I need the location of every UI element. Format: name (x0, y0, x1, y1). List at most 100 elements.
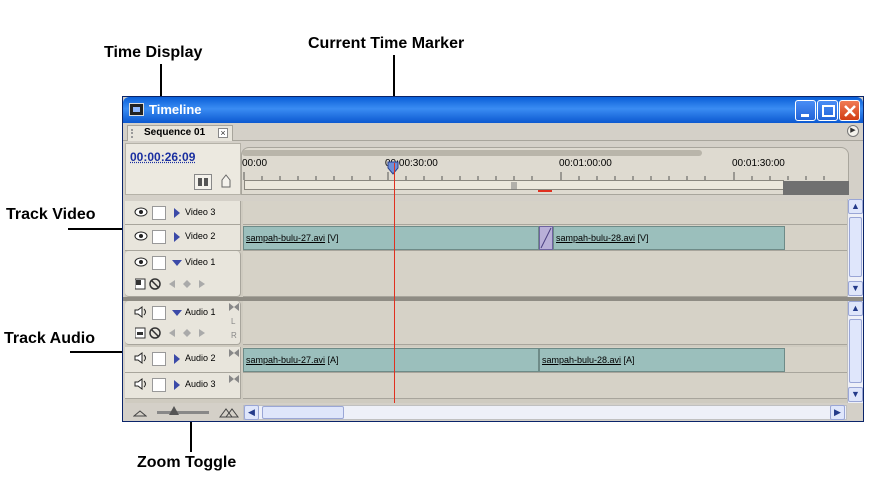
scroll-left-icon[interactable]: ◀ (244, 405, 259, 420)
tab-close-icon[interactable]: × (218, 128, 228, 138)
current-time-indicator-icon[interactable] (387, 161, 399, 175)
scroll-thumb[interactable] (849, 319, 862, 383)
speaker-icon[interactable] (134, 378, 148, 390)
keyframe-controls[interactable] (135, 278, 225, 292)
transition-clip[interactable] (539, 226, 553, 250)
speaker-icon[interactable] (134, 306, 148, 318)
audio-scrollbar[interactable]: ▲ ▼ (847, 301, 863, 403)
track-name: Audio 2 (185, 353, 216, 363)
work-area-grip-icon (511, 182, 517, 190)
video-scrollbar[interactable]: ▲ ▼ (847, 199, 863, 297)
panel-menu-icon[interactable]: ▶ (847, 125, 859, 137)
set-marker-icon[interactable] (220, 174, 232, 188)
track-header-audio-2[interactable]: Audio 2 (125, 347, 241, 373)
clip-label: sampah-bulu-27.avi [V] (246, 233, 339, 243)
expand-triangle-icon[interactable] (174, 380, 180, 390)
eye-icon[interactable] (134, 256, 148, 268)
track-audio-2[interactable]: sampah-bulu-27.avi [A] sampah-bulu-28.av… (243, 347, 849, 373)
tab-label: Sequence 01 (144, 127, 206, 138)
lock-toggle[interactable] (152, 352, 166, 366)
maximize-button[interactable] (817, 100, 838, 121)
scroll-thumb[interactable] (262, 406, 344, 419)
tab-bar: Sequence 01 × ▶ (123, 123, 863, 141)
expand-triangle-icon[interactable] (174, 232, 180, 242)
ruler-label: 00:01:30:00 (732, 158, 785, 169)
scroll-down-icon[interactable]: ▼ (848, 281, 863, 296)
track-name: Video 2 (185, 231, 216, 241)
close-button[interactable] (839, 100, 860, 121)
zoom-out-icon[interactable] (133, 409, 147, 417)
eye-icon[interactable] (134, 230, 148, 242)
grip-icon (131, 129, 136, 138)
render-bar (538, 190, 552, 192)
track-name: Audio 3 (185, 379, 216, 389)
callout-current-time-marker: Current Time Marker (308, 35, 465, 52)
lock-toggle[interactable] (152, 230, 166, 244)
work-area-bar[interactable] (244, 180, 784, 190)
zoom-slider-thumb[interactable] (169, 406, 179, 415)
ruler-label: 00:00 (242, 158, 268, 169)
scroll-up-icon[interactable]: ▲ (848, 301, 863, 316)
track-name: Audio 1 (185, 307, 216, 317)
collapse-triangle-icon[interactable] (172, 260, 182, 266)
lock-toggle[interactable] (152, 378, 166, 392)
horizontal-scrollbar[interactable]: ◀ ▶ (243, 405, 847, 420)
zoom-in-icon[interactable] (219, 406, 239, 418)
time-display[interactable]: 00:00:26:09 (130, 150, 195, 164)
lock-toggle[interactable] (152, 256, 166, 270)
scroll-right-icon[interactable]: ▶ (830, 405, 845, 420)
film-icon (129, 103, 144, 116)
track-header-video-2[interactable]: Video 2 (125, 225, 241, 251)
lock-toggle[interactable] (152, 206, 166, 220)
clip-video[interactable]: sampah-bulu-27.avi [V] (243, 226, 539, 250)
callout-track-video: Track Video (6, 206, 96, 223)
sync-icon (229, 375, 239, 383)
callout-zoom-toggle-line (190, 420, 192, 452)
lock-toggle[interactable] (152, 306, 166, 320)
sync-icon (229, 349, 239, 357)
time-display-area: 00:00:26:09 (125, 143, 241, 195)
scroll-down-icon[interactable]: ▼ (848, 387, 863, 402)
scroll-up-icon[interactable]: ▲ (848, 199, 863, 214)
callout-track-audio: Track Audio (4, 330, 95, 347)
ruler-ticks (243, 172, 825, 180)
time-ruler[interactable]: 00:00 00:00:30:00 00:01:00:00 00:01:30:0… (241, 147, 849, 195)
eye-icon[interactable] (134, 206, 148, 218)
clip-label: sampah-bulu-28.avi [V] (556, 233, 649, 243)
sync-icon (229, 303, 239, 311)
track-header-video-3[interactable]: Video 3 (125, 201, 241, 225)
track-video-3[interactable] (243, 201, 849, 225)
window-title: Timeline (149, 102, 202, 117)
clip-audio[interactable]: sampah-bulu-27.avi [A] (243, 348, 539, 372)
ruler-label: 00:01:00:00 (559, 158, 612, 169)
bottom-bar: ◀ ▶ (125, 403, 863, 421)
callout-time-display: Time Display (104, 44, 203, 61)
expand-triangle-icon[interactable] (174, 208, 180, 218)
track-header-video-1[interactable]: Video 1 (125, 251, 241, 297)
video-tracks: Video 3 Video 2 sampah-bulu-27.avi [V] s… (125, 201, 849, 297)
scroll-thumb[interactable] (849, 217, 862, 277)
track-audio-1[interactable] (243, 301, 849, 345)
track-header-audio-3[interactable]: Audio 3 (125, 373, 241, 399)
tab-sequence-01[interactable]: Sequence 01 × (127, 125, 233, 141)
track-header-audio-1[interactable]: Audio 1 L R (125, 301, 241, 345)
track-video-2[interactable]: sampah-bulu-27.avi [V] sampah-bulu-28.av… (243, 225, 849, 251)
zoom-slider[interactable] (157, 411, 209, 414)
track-audio-3[interactable] (243, 373, 849, 399)
speaker-icon[interactable] (134, 352, 148, 364)
callout-zoom-toggle: Zoom Toggle (137, 454, 237, 471)
keyframe-controls[interactable] (135, 327, 225, 341)
clip-audio[interactable]: sampah-bulu-28.avi [A] (539, 348, 785, 372)
minimize-button[interactable] (795, 100, 816, 121)
viewing-area-bar[interactable] (242, 150, 702, 156)
snap-button[interactable] (194, 174, 212, 190)
playhead-line (394, 163, 395, 403)
track-name: Video 3 (185, 207, 216, 217)
clip-label: sampah-bulu-27.avi [A] (246, 355, 339, 365)
clip-video[interactable]: sampah-bulu-28.avi [V] (553, 226, 785, 250)
collapse-triangle-icon[interactable] (172, 310, 182, 316)
title-bar[interactable]: Timeline (123, 97, 863, 123)
expand-triangle-icon[interactable] (174, 354, 180, 364)
track-video-1[interactable] (243, 251, 849, 297)
timeline-window: Timeline Sequence 01 × ▶ 00:00:26:09 00:… (122, 96, 864, 422)
